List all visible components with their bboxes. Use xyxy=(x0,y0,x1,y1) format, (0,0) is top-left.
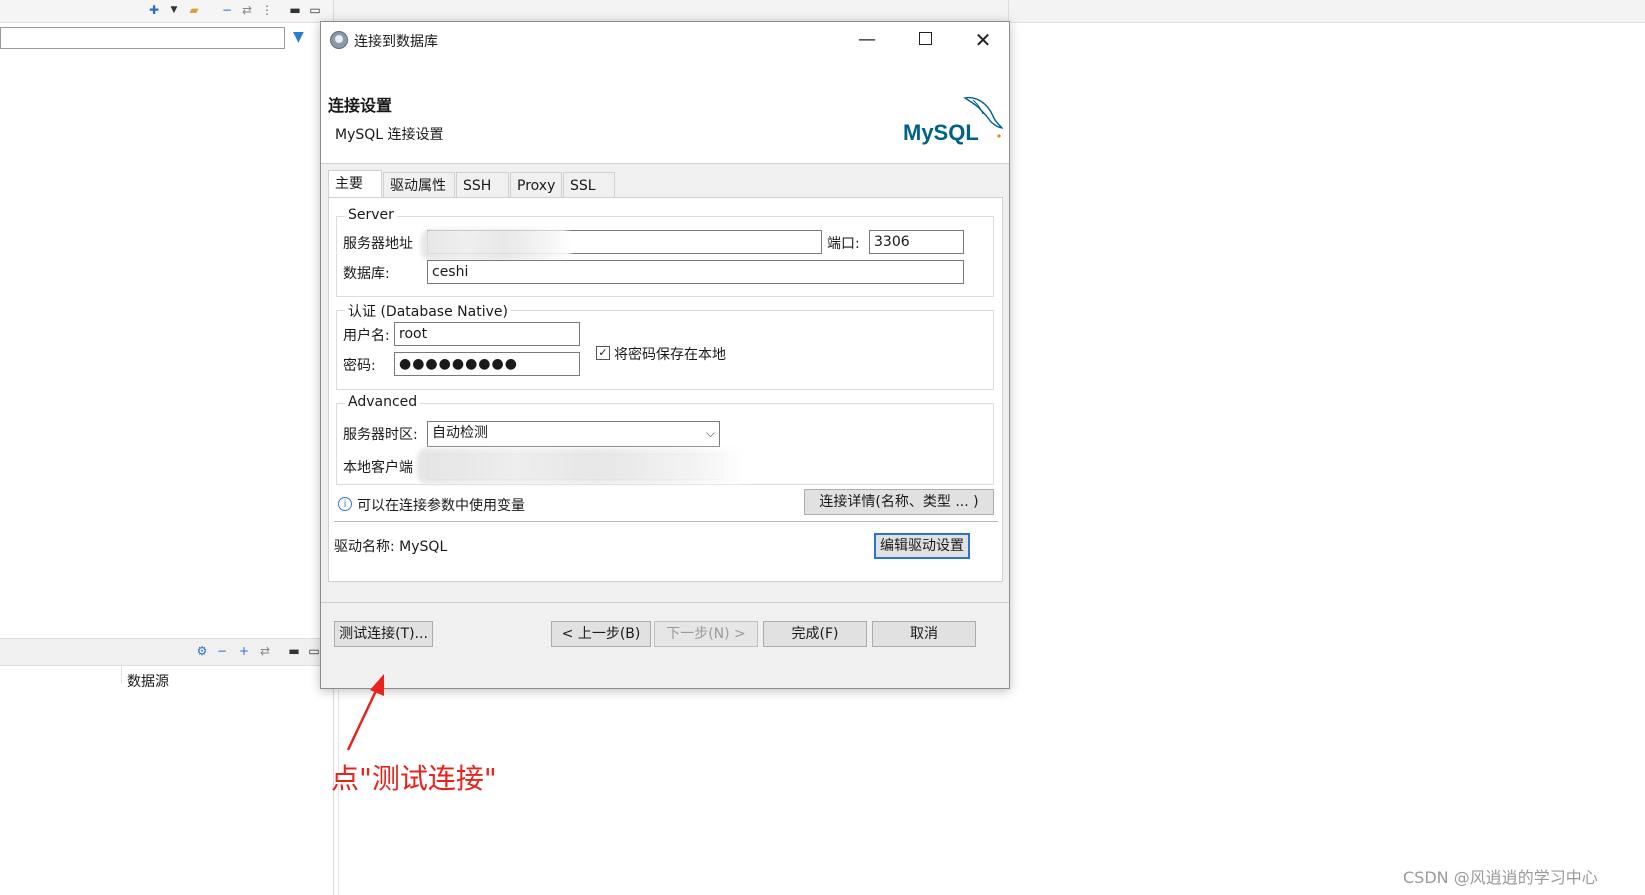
username-input[interactable] xyxy=(394,322,580,346)
new-folder-icon[interactable]: ▰ xyxy=(186,2,202,18)
database-label: 数据库: xyxy=(343,266,390,282)
minimize-button[interactable]: — xyxy=(838,22,896,58)
username-label: 用户名: xyxy=(343,328,390,344)
driver-name-value: MySQL xyxy=(399,539,448,555)
page-subtitle: MySQL 连接设置 xyxy=(335,127,444,143)
view-menu-icon[interactable]: ⋮ xyxy=(259,2,275,18)
navigator-toolbar: ✚ ▼ ▰ − ⇄ ⋮ ▬ ▭ xyxy=(0,0,333,23)
dropdown-arrow-icon[interactable]: ▼ xyxy=(166,2,182,18)
tab-driver-properties[interactable]: 驱动属性 xyxy=(383,172,455,198)
navigator-filter-input[interactable] xyxy=(0,27,285,49)
auth-group-label: 认证 (Database Native) xyxy=(345,301,511,321)
divider xyxy=(334,521,998,522)
timezone-value: 自动检测 xyxy=(432,425,488,441)
collapse-icon[interactable]: − xyxy=(214,643,230,659)
redacted-host xyxy=(421,229,571,261)
toolbar-divider xyxy=(1008,0,1009,22)
advanced-group-label: Advanced xyxy=(345,394,421,410)
filter-icon[interactable]: ▼ xyxy=(293,29,304,45)
app-icon xyxy=(330,31,348,49)
finish-button[interactable]: 完成(F) xyxy=(763,621,867,647)
database-input[interactable] xyxy=(427,260,964,284)
button-bar-divider xyxy=(321,602,1009,603)
project-toolbar: ⚙ − + ⇄ ▬ ▭ xyxy=(0,638,333,666)
password-label: 密码: xyxy=(343,358,376,374)
add-icon[interactable]: + xyxy=(236,643,252,659)
info-icon: i xyxy=(338,497,352,511)
close-button[interactable]: ✕ xyxy=(954,22,1012,58)
mysql-logo-text: MySQL xyxy=(903,120,979,145)
edit-driver-button[interactable]: 编辑驱动设置 xyxy=(874,533,970,559)
editor-toolbar xyxy=(334,0,1645,23)
port-input[interactable] xyxy=(869,230,964,254)
server-group-label: Server xyxy=(345,207,397,223)
save-password-label: 将密码保存在本地 xyxy=(614,347,726,363)
connect-database-dialog: 连接到数据库 — ✕ 连接设置 MySQL 连接设置 MySQL 主要 驱动属性… xyxy=(320,21,1010,689)
port-label: 端口: xyxy=(827,236,860,252)
annotation-arrow-icon xyxy=(346,674,384,751)
minimize-view-icon[interactable]: ▬ xyxy=(287,2,303,18)
timezone-label: 服务器时区: xyxy=(343,427,418,443)
tab-ssl[interactable]: SSL xyxy=(563,172,615,198)
gear-icon[interactable]: ⚙ xyxy=(194,643,210,659)
variables-hint: 可以在连接参数中使用变量 xyxy=(357,498,525,514)
password-input[interactable] xyxy=(394,352,580,376)
new-connection-icon[interactable]: ✚ xyxy=(146,2,162,18)
dialog-title: 连接到数据库 xyxy=(354,34,438,50)
collapse-all-icon[interactable]: − xyxy=(219,2,235,18)
driver-name-label: 驱动名称: xyxy=(334,539,395,555)
next-button[interactable]: 下一步(N) > xyxy=(654,621,758,647)
timezone-select[interactable]: 自动检测 ⌵ xyxy=(427,421,720,447)
save-password-checkbox[interactable]: ✓ xyxy=(596,346,610,360)
minimize-view-icon[interactable]: ▬ xyxy=(286,643,302,659)
maximize-view-icon[interactable]: ▭ xyxy=(307,2,323,18)
server-group: Server 服务器地址 端口: 数据库: xyxy=(336,207,994,297)
datasource-column-header: 数据源 xyxy=(127,674,169,690)
dialog-header: 连接设置 MySQL 连接设置 MySQL xyxy=(321,58,1009,164)
advanced-group: Advanced 服务器时区: 自动检测 ⌵ 本地客户端 xyxy=(336,394,994,485)
annotation-text: 点"测试连接" xyxy=(331,762,497,795)
navigator-panel xyxy=(0,0,334,895)
tab-proxy[interactable]: Proxy xyxy=(510,172,562,198)
column-divider xyxy=(121,664,122,684)
redacted-local-client xyxy=(417,448,747,484)
page-title: 连接设置 xyxy=(328,96,393,115)
maximize-icon xyxy=(918,32,932,45)
host-label: 服务器地址 xyxy=(343,236,413,252)
connection-details-button[interactable]: 连接详情(名称、类型 ... ) xyxy=(804,489,994,515)
link-icon[interactable]: ⇄ xyxy=(257,643,273,659)
tab-content: Server 服务器地址 端口: 数据库: 认证 (Database Nativ… xyxy=(328,197,1003,582)
tab-main[interactable]: 主要 xyxy=(328,170,382,198)
dialog-titlebar: 连接到数据库 — ✕ xyxy=(321,22,1009,58)
local-client-label: 本地客户端 xyxy=(343,460,413,476)
driver-name: 驱动名称: MySQL xyxy=(334,536,447,556)
test-connection-button[interactable]: 测试连接(T)... xyxy=(334,621,433,647)
link-editor-icon[interactable]: ⇄ xyxy=(239,2,255,18)
mysql-logo: MySQL xyxy=(903,96,1003,145)
chevron-down-icon: ⌵ xyxy=(705,426,715,440)
cancel-button[interactable]: 取消 xyxy=(872,621,976,647)
tab-ssh[interactable]: SSH xyxy=(456,172,509,198)
maximize-button[interactable] xyxy=(896,22,954,58)
back-button[interactable]: < 上一步(B) xyxy=(551,621,651,647)
watermark: CSDN @风逍逍的学习中心 xyxy=(1403,868,1598,887)
